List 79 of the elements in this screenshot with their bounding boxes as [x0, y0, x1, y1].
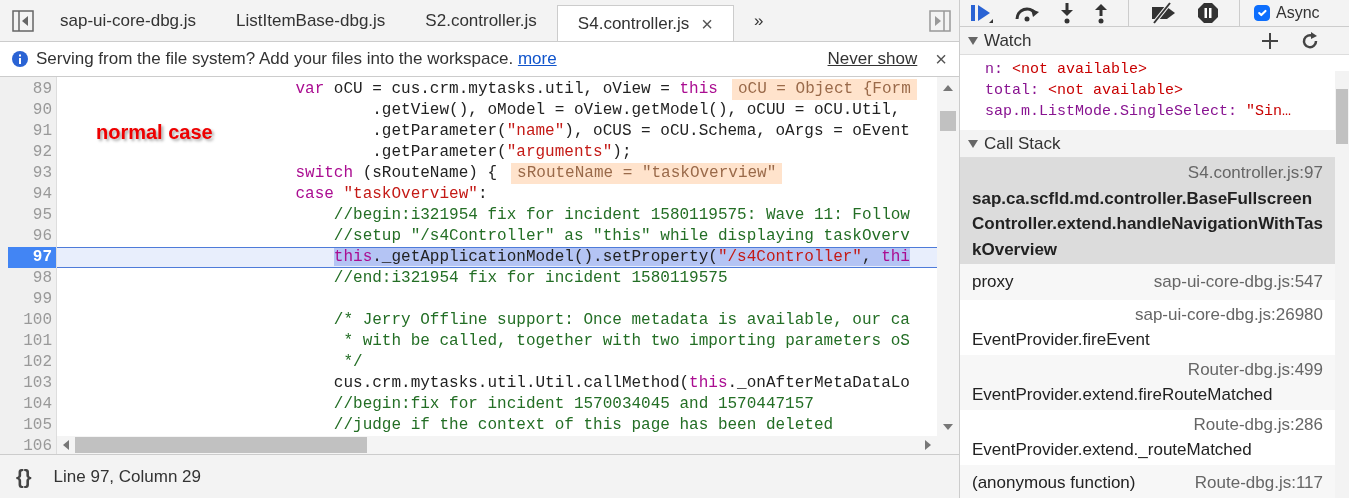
- cursor-position: Line 97, Column 29: [53, 465, 201, 488]
- line-number: 104: [22, 394, 53, 415]
- code-line: /* Jerry Offline support: Once metadata is available, our ca: [333, 310, 910, 331]
- code-line: * with be called, together with two importing parameters oS: [343, 331, 910, 352]
- more-link[interactable]: more: [517, 49, 557, 69]
- line-number: 90: [31, 100, 53, 121]
- more-tabs-button[interactable]: »: [734, 0, 784, 41]
- code-line: this._getApplicationModel().setProperty("/s4Controller", thi: [333, 248, 910, 267]
- line-number: 94: [31, 184, 53, 205]
- scroll-right-icon[interactable]: [925, 440, 931, 450]
- code-line: //end:i321954 fix for incident 1580119575: [333, 268, 728, 289]
- toggle-debugger-icon[interactable]: [929, 10, 951, 32]
- pause-icon[interactable]: [1197, 2, 1219, 24]
- line-number: 101: [22, 331, 53, 352]
- code-line: var oCU = cus.crm.mytasks.util, oView = this: [295, 79, 718, 100]
- close-tab-icon[interactable]: ×: [701, 13, 714, 34]
- line-number: 102: [22, 352, 53, 373]
- expanded-triangle-icon[interactable]: [968, 138, 978, 149]
- code-line: //setup "/s4Controller" as "this" while displaying taskOverv: [333, 226, 910, 247]
- deactivate-breakpoints-icon[interactable]: [1149, 2, 1177, 24]
- watch-expression: n: <not available>: [985, 60, 1149, 80]
- annotation-label: normal case: [96, 120, 213, 145]
- call-stack-frame[interactable]: sap-ui-core-dbg.js:26980 EventProvider.fireEvent: [960, 299, 1335, 355]
- code-line: //begin:i321954 fix for incident 1580119575: Wave 11: Follow: [333, 205, 910, 226]
- inline-value: sRouteName = "taskOverview": [511, 163, 783, 184]
- line-number: 105: [22, 415, 53, 436]
- line-number: 93: [31, 163, 53, 184]
- code-line: switch (sRouteName) {: [295, 163, 498, 184]
- info-icon: [12, 51, 28, 67]
- scroll-left-icon[interactable]: [63, 440, 69, 450]
- step-into-icon[interactable]: [1060, 2, 1074, 24]
- file-tab[interactable]: sap-ui-core-dbg.js: [40, 0, 217, 41]
- expanded-triangle-icon[interactable]: [968, 35, 978, 46]
- code-line: */: [343, 352, 363, 373]
- step-out-icon[interactable]: [1094, 2, 1108, 24]
- resume-icon[interactable]: [970, 2, 994, 24]
- file-tab[interactable]: S4.controller.js ×: [556, 5, 735, 41]
- scroll-up-icon[interactable]: [943, 85, 953, 91]
- code-line: cus.crm.mytasks.util.Util.callMethod(this._onAfterMetaDataLo: [333, 373, 910, 394]
- vertical-scrollbar-thumb[interactable]: [1336, 89, 1348, 144]
- line-number: 98: [31, 268, 53, 289]
- line-number: 92: [31, 142, 53, 163]
- async-checkbox[interactable]: [1254, 5, 1270, 21]
- vertical-scrollbar-thumb[interactable]: [940, 111, 956, 131]
- watch-expression: total: <not available>: [985, 81, 1185, 101]
- line-number: 99: [31, 289, 53, 310]
- add-icon[interactable]: [1261, 31, 1279, 50]
- line-number: 89: [31, 79, 53, 100]
- refresh-icon[interactable]: [1301, 31, 1319, 50]
- async-label[interactable]: Async: [1276, 1, 1320, 25]
- close-icon[interactable]: ×: [935, 49, 947, 69]
- file-tab[interactable]: S2.controller.js: [405, 0, 557, 41]
- info-message: Serving from the file system? Add your files into the workspace. more: [36, 48, 557, 71]
- line-number: 91: [31, 121, 53, 142]
- scroll-down-icon[interactable]: [943, 424, 953, 430]
- line-number: 97: [8, 247, 56, 268]
- line-number: 96: [31, 226, 53, 247]
- line-number: 100: [22, 310, 53, 331]
- call-stack-frame[interactable]: (anonymous function) Route-dbg.js:117: [960, 464, 1335, 498]
- pretty-print-button[interactable]: {}: [16, 461, 32, 492]
- code-line: .getView(), oModel = oView.getModel(), oCUU = oCU.Util,: [372, 100, 901, 121]
- code-line: case "taskOverview":: [295, 184, 488, 205]
- line-number: 106: [22, 436, 53, 457]
- line-number: 103: [22, 373, 53, 394]
- horizontal-scrollbar-thumb[interactable]: [75, 437, 367, 453]
- code-line: //judge if the context of this page has been deleted: [333, 415, 834, 436]
- code-line: //begin:fix for incident 1570034045 and 1570447157: [333, 394, 814, 415]
- call-stack-frame[interactable]: proxy sap-ui-core-dbg.js:547: [960, 264, 1335, 300]
- code-line: .getParameter("name"), oCUS = oCU.Schema, oArgs = oEvent: [372, 121, 910, 142]
- call-stack-frame[interactable]: S4.controller.js:97 sap.ca.scfld.md.controller.BaseFullscreenController.extend.handleNavigationWithTaskOverview: [960, 158, 1335, 264]
- toggle-navigator-icon[interactable]: [12, 10, 34, 32]
- line-number: 95: [31, 205, 53, 226]
- inline-value: oCU = Object {Form: [731, 79, 917, 100]
- never-show-link[interactable]: Never show: [827, 46, 918, 72]
- call-stack-frame[interactable]: Router-dbg.js:499 EventProvider.extend.fireRouteMatched: [960, 354, 1335, 410]
- call-stack-frame[interactable]: Route-dbg.js:286 EventProvider.extend._routeMatched: [960, 409, 1335, 465]
- code-line: .getParameter("arguments");: [372, 142, 632, 163]
- file-tab[interactable]: ListItemBase-dbg.js: [216, 0, 406, 41]
- watch-expression: sap.m.ListMode.SingleSelect: "Sin…: [985, 102, 1293, 122]
